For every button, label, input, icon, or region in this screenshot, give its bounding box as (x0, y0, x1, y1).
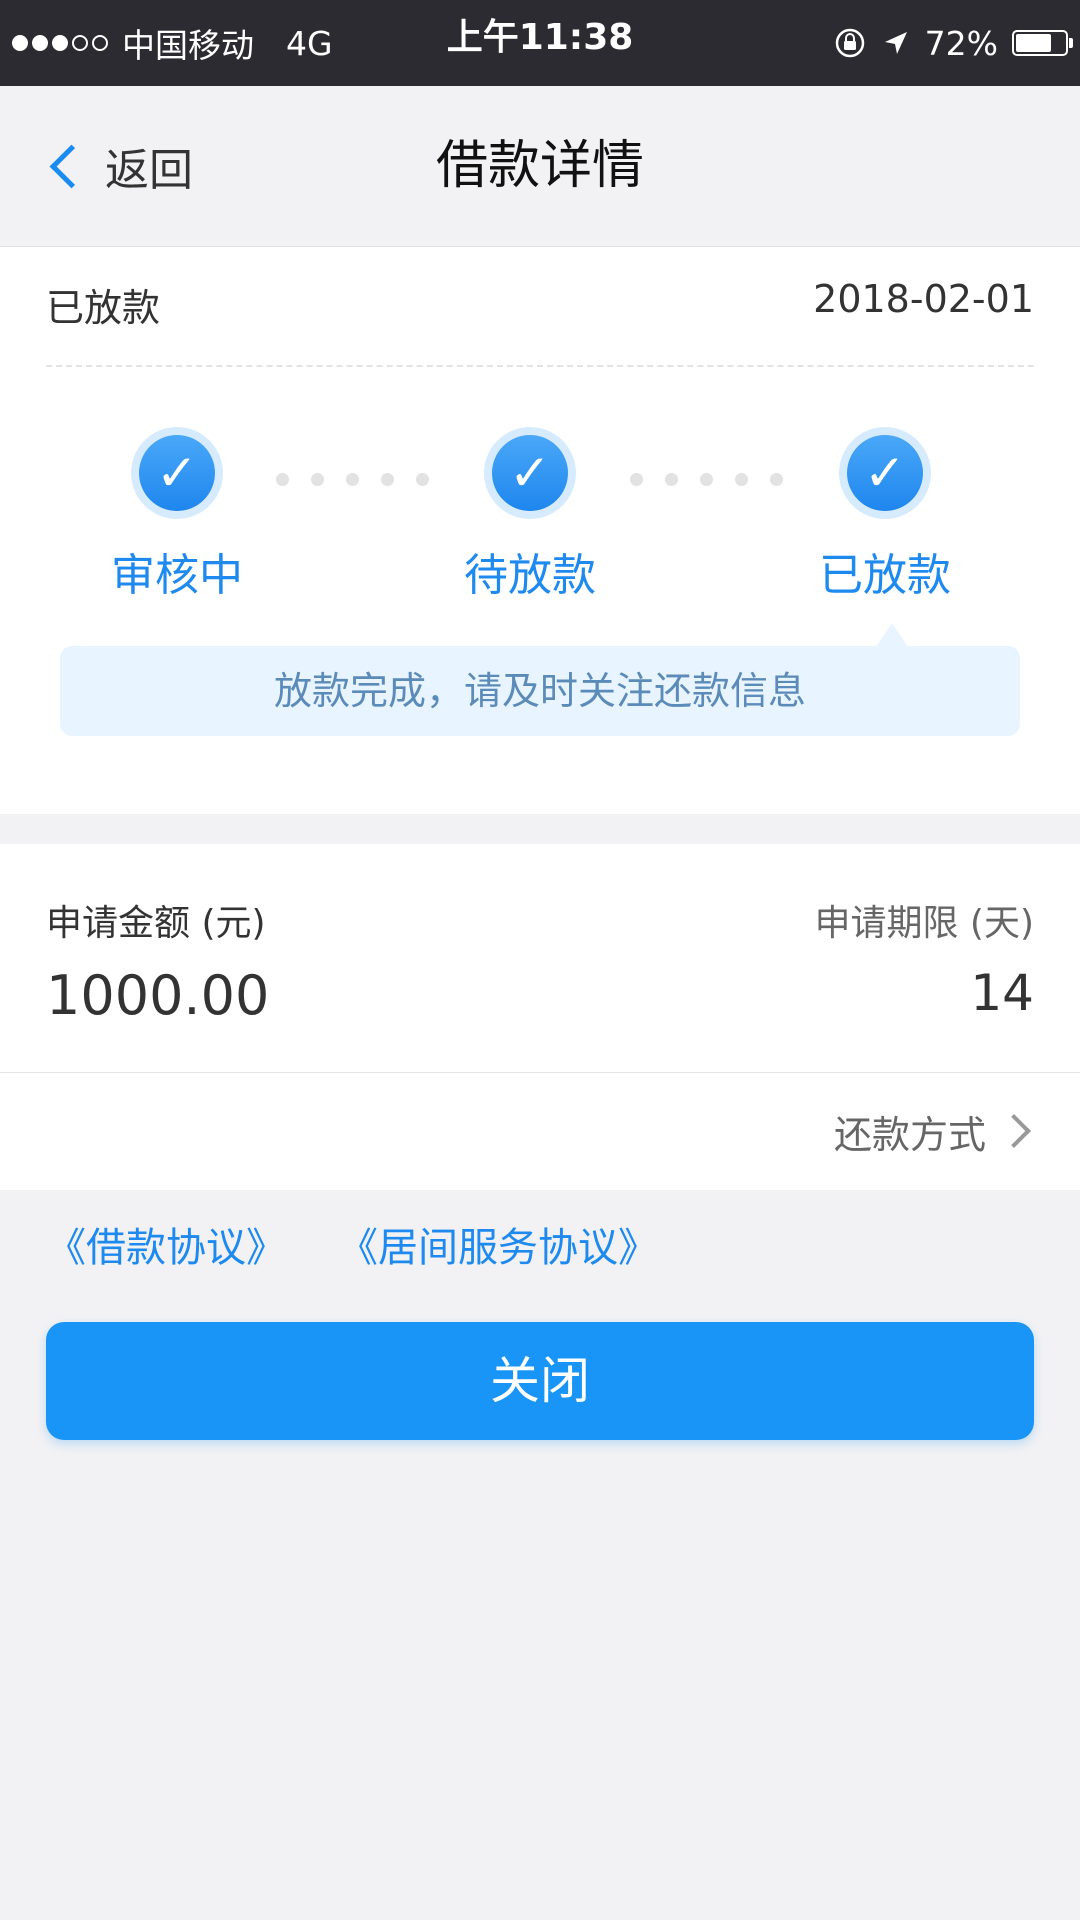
battery-percent: 72% (924, 23, 998, 63)
loan-info-card: 申请金额 (元) 申请期限 (天) 1000.00 14 还款方式 (0, 844, 1080, 1190)
amount-value: 1000.00 (46, 964, 270, 1027)
navigation-bar: 返回 借款详情 (0, 86, 1080, 247)
step-pending-disbursement: ✓ 待放款 (420, 427, 640, 603)
location-arrow-icon (884, 32, 907, 54)
repayment-method-link[interactable]: 还款方式 (834, 1072, 1034, 1190)
status-badge: 已放款 (46, 286, 161, 330)
status-date: 2018-02-01 (813, 277, 1034, 321)
check-circle-icon: ✓ (484, 427, 576, 519)
page-title: 借款详情 (435, 136, 644, 196)
chevron-right-icon (997, 1114, 1031, 1148)
loan-agreement-link[interactable]: 《借款协议》 (46, 1215, 286, 1273)
step-label: 已放款 (819, 550, 951, 601)
step-connector (276, 473, 429, 486)
amount-label: 申请金额 (元) (46, 903, 266, 944)
loan-status-card: 已放款 2018-02-01 ✓ 审核中 ✓ 待放款 ✓ 已放款 放款完成，请及… (0, 247, 1080, 814)
step-label: 审核中 (111, 550, 243, 601)
rotation-lock-icon (835, 28, 864, 58)
status-tip: 放款完成，请及时关注还款信息 (60, 646, 1020, 736)
step-label: 待放款 (464, 550, 596, 601)
battery-icon (1012, 30, 1073, 56)
check-circle-icon: ✓ (131, 427, 223, 519)
status-header: 已放款 2018-02-01 (46, 247, 1034, 367)
repayment-method-label: 还款方式 (833, 1112, 986, 1157)
status-bar: 中国移动 4G 上午11:38 72% (0, 0, 1080, 86)
loan-amount-term-row: 申请金额 (元) 申请期限 (天) 1000.00 14 (0, 844, 1080, 1073)
term-value: 14 (970, 964, 1034, 1022)
tip-arrow (876, 623, 908, 647)
term-label: 申请期限 (天) (814, 903, 1034, 944)
close-button[interactable]: 关闭 (46, 1322, 1034, 1440)
step-reviewing: ✓ 审核中 (67, 427, 287, 603)
brokerage-agreement-link[interactable]: 《居间服务协议》 (338, 1215, 658, 1273)
step-disbursed: ✓ 已放款 (775, 427, 995, 603)
battery-fill (1016, 34, 1051, 52)
step-connector (630, 473, 783, 486)
status-bar-right: 72% (833, 0, 1073, 86)
check-circle-icon: ✓ (839, 427, 931, 519)
agreement-links: 《借款协议》 《居间服务协议》 (46, 1215, 658, 1273)
